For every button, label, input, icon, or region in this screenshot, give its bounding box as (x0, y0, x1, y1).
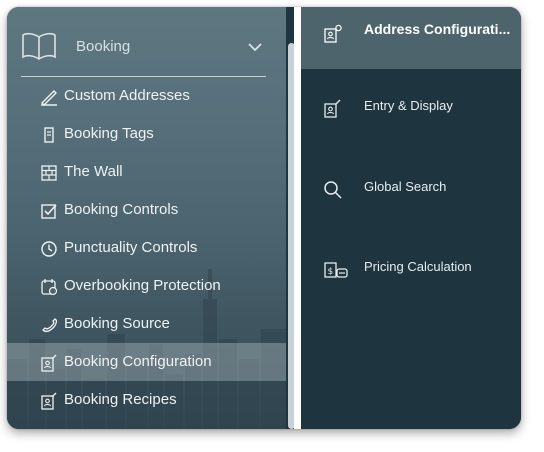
chevron-down-icon[interactable] (247, 41, 263, 53)
submenu-item-label: Pricing Calculation (364, 259, 472, 274)
menu-item-booking-tags[interactable]: Booking Tags (7, 115, 286, 153)
booking-section-header[interactable]: Booking (7, 7, 286, 77)
left-menu-panel: Booking Custom Addresses Booking Tags Th… (7, 7, 286, 429)
calendar-clock-icon (41, 279, 58, 296)
submenu-item-entry-display[interactable]: Entry & Display (301, 76, 521, 138)
menu-item-the-wall[interactable]: The Wall (7, 153, 286, 191)
submenu-item-pricing-calculation[interactable]: $ Pricing Calculation (301, 236, 521, 298)
submenu-item-label: Global Search (364, 179, 447, 194)
menu-item-label: Overbooking Protection (64, 277, 221, 294)
submenu-item-label: Address Configurati... (364, 21, 511, 37)
panel-separator (294, 7, 301, 429)
menu-item-custom-addresses[interactable]: Custom Addresses (7, 77, 286, 115)
menu-item-booking-recipes[interactable]: Booking Recipes (7, 381, 286, 419)
menu-item-overbooking-protection[interactable]: Overbooking Protection (7, 267, 286, 305)
right-submenu-panel: Address Configurati... Entry & Display G… (301, 7, 521, 429)
menu-item-label: The Wall (64, 163, 123, 180)
menu-item-label: Booking Source (64, 315, 170, 332)
book-open-icon (22, 32, 56, 60)
pen-edit-icon (41, 90, 57, 106)
menu-item-punctuality-controls[interactable]: Punctuality Controls (7, 229, 286, 267)
svg-text:$: $ (328, 267, 334, 277)
menu-item-booking-source[interactable]: Booking Source (7, 305, 286, 343)
menu-item-booking-configuration[interactable]: Booking Configuration (7, 343, 286, 381)
menu-item-label: Booking Recipes (64, 391, 177, 408)
search-icon (324, 181, 342, 199)
clock-icon (41, 241, 57, 257)
tag-icon (44, 127, 54, 143)
config-doc-icon (41, 354, 57, 372)
menu-item-label: Booking Controls (64, 201, 179, 218)
submenu-item-global-search[interactable]: Global Search (301, 156, 521, 218)
menu-item-label: Custom Addresses (64, 87, 190, 104)
menu-item-label: Punctuality Controls (64, 239, 198, 256)
section-title: Booking (76, 38, 131, 55)
brick-wall-icon (41, 165, 57, 181)
menu-item-booking-controls[interactable]: Booking Controls (7, 191, 286, 229)
menu-item-label: Booking Configuration (64, 353, 212, 370)
phone-icon (42, 318, 58, 333)
app-window: Booking Custom Addresses Booking Tags Th… (7, 7, 521, 429)
entry-display-icon (324, 99, 341, 118)
address-config-icon (324, 24, 342, 43)
recipe-doc-icon (41, 392, 57, 410)
submenu-item-address-configuration[interactable]: Address Configurati... (301, 7, 521, 69)
pricing-icon: $ (324, 262, 348, 278)
submenu-item-label: Entry & Display (364, 98, 453, 113)
checkbox-icon (41, 204, 57, 219)
menu-item-label: Booking Tags (64, 125, 154, 142)
